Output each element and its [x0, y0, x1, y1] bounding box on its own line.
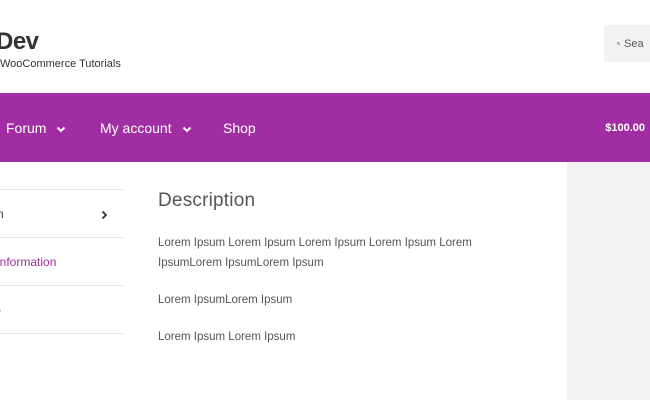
description-paragraph: Lorem Ipsum Lorem Ipsum	[158, 331, 296, 343]
nav-item-label: Shop	[223, 119, 256, 136]
tab-label: information	[0, 254, 57, 269]
tab-description[interactable]: n	[0, 189, 124, 237]
site-header: Dev WooCommerce Tutorials	[0, 0, 650, 93]
tab-label: n	[0, 206, 4, 221]
description-panel: Description Lorem Ipsum Lorem Ipsum Lore…	[158, 190, 518, 364]
description-title: Description	[158, 190, 256, 211]
nav-item-forum[interactable]: Forum	[6, 93, 66, 162]
tab-additional-information[interactable]: information	[0, 237, 124, 285]
primary-navigation: Forum My account Shop $100.00	[0, 93, 650, 162]
search-box[interactable]	[604, 25, 650, 62]
site-title[interactable]: Dev	[0, 28, 39, 56]
nav-item-label: My account	[100, 119, 172, 136]
nav-item-shop[interactable]: Shop	[223, 93, 256, 162]
tab-label: )	[0, 303, 1, 317]
sidebar	[567, 162, 650, 400]
chevron-down-icon	[182, 120, 192, 136]
nav-item-my-account[interactable]: My account	[100, 93, 192, 162]
description-paragraph: Lorem Ipsum Lorem Ipsum Lorem Ipsum Lore…	[158, 237, 472, 269]
product-tabs: n information )	[0, 189, 124, 334]
description-paragraph: Lorem IpsumLorem Ipsum	[158, 294, 293, 306]
site-tagline: WooCommerce Tutorials	[0, 58, 121, 70]
nav-item-label: Forum	[6, 119, 47, 136]
chevron-down-icon	[56, 120, 66, 136]
tab-reviews[interactable]: )	[0, 285, 124, 334]
search-input[interactable]	[624, 37, 650, 50]
search-icon	[617, 42, 620, 45]
chevron-right-icon	[101, 209, 108, 223]
cart-total[interactable]: $100.00	[605, 93, 645, 162]
